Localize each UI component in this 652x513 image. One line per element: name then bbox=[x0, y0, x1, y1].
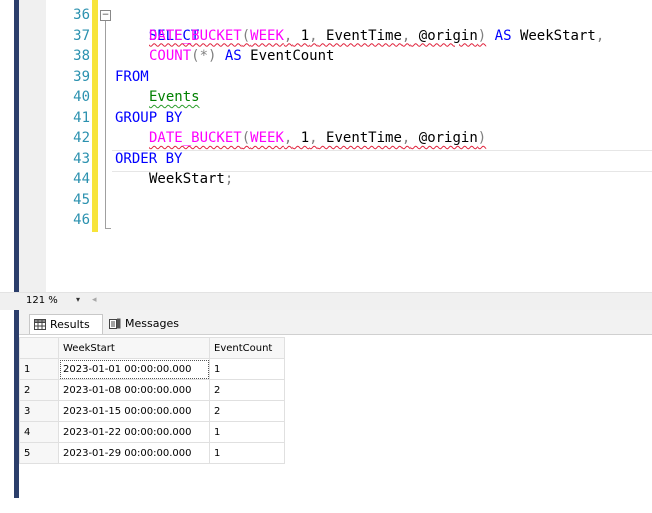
keyword-as: AS bbox=[216, 48, 242, 64]
row-number[interactable]: 1 bbox=[19, 358, 59, 380]
grid-header-row: WeekStart EventCount bbox=[19, 337, 285, 359]
results-pane: Results Messages WeekStart EventCount 1 … bbox=[19, 310, 652, 498]
window-bottom-margin bbox=[14, 498, 652, 513]
table-row: 2 2023-01-08 00:00:00.000 2 bbox=[19, 379, 285, 401]
table-row: 5 2023-01-29 00:00:00.000 1 bbox=[19, 442, 285, 464]
editor-status-bar: 121 % ▾ ◂ bbox=[0, 292, 652, 310]
tab-messages[interactable]: Messages bbox=[105, 314, 187, 334]
line-number: 44 bbox=[73, 171, 90, 187]
table-row: 1 2023-01-01 00:00:00.000 1 bbox=[19, 358, 285, 380]
star-args: (*) bbox=[191, 48, 217, 64]
column-weekstart: WeekStart bbox=[149, 171, 225, 187]
cell-eventcount[interactable]: 2 bbox=[209, 400, 285, 422]
alias-weekstart: WeekStart bbox=[511, 27, 596, 44]
tab-messages-label: Messages bbox=[125, 317, 179, 330]
number-literal: 1 bbox=[292, 130, 310, 146]
row-number[interactable]: 3 bbox=[19, 400, 59, 422]
comma: , bbox=[309, 130, 318, 146]
number-literal: 1 bbox=[292, 27, 310, 44]
cell-weekstart[interactable]: 2023-01-29 00:00:00.000 bbox=[58, 442, 210, 464]
row-number[interactable]: 4 bbox=[19, 421, 59, 443]
row-number[interactable]: 2 bbox=[19, 379, 59, 401]
cell-weekstart[interactable]: 2023-01-22 00:00:00.000 bbox=[58, 421, 210, 443]
line-number: 41 bbox=[73, 109, 90, 126]
line-number: 39 bbox=[73, 68, 90, 85]
cell-eventcount[interactable]: 1 bbox=[209, 358, 285, 380]
column-header-eventcount[interactable]: EventCount bbox=[209, 337, 285, 359]
line-number: 38 bbox=[73, 48, 90, 64]
scroll-left-icon[interactable]: ◂ bbox=[92, 295, 97, 305]
code-line-41[interactable]: GROUP BY bbox=[115, 108, 182, 129]
function-count: COUNT bbox=[149, 48, 192, 64]
cell-eventcount[interactable]: 1 bbox=[209, 442, 285, 464]
function-date-bucket: DATE_BUCKET bbox=[149, 130, 242, 146]
code-line-42[interactable]: DATE_BUCKET(WEEK, 1, EventTime, @origin) bbox=[149, 128, 486, 149]
tab-results-label: Results bbox=[50, 318, 90, 331]
line-number: 42 bbox=[73, 130, 90, 146]
column-eventtime: EventTime bbox=[317, 27, 402, 44]
datepart-week: WEEK bbox=[250, 130, 284, 146]
code-line-40[interactable]: Events bbox=[149, 87, 200, 108]
keyword-from: FROM bbox=[115, 68, 149, 85]
tab-results[interactable]: Results bbox=[29, 314, 103, 334]
change-tracking-bar bbox=[92, 0, 98, 232]
table-row: 3 2023-01-15 00:00:00.000 2 bbox=[19, 400, 285, 422]
code-line-38[interactable]: COUNT(*) AS EventCount bbox=[149, 46, 334, 67]
outline-guide-end bbox=[105, 228, 111, 229]
keyword-order-by: ORDER BY bbox=[115, 150, 183, 167]
cell-eventcount[interactable]: 2 bbox=[209, 379, 285, 401]
alias-eventcount: EventCount bbox=[241, 48, 335, 64]
paren: ( bbox=[241, 130, 251, 146]
table-row: 4 2023-01-22 00:00:00.000 1 bbox=[19, 421, 285, 443]
line-number: 43 bbox=[73, 150, 90, 167]
row-header-corner[interactable] bbox=[19, 337, 59, 359]
code-line-37[interactable]: DATE_BUCKET(WEEK, 1, EventTime, @origin)… bbox=[149, 26, 604, 47]
messages-icon bbox=[109, 318, 121, 329]
cell-eventcount[interactable]: 1 bbox=[209, 421, 285, 443]
cell-weekstart[interactable]: 2023-01-15 00:00:00.000 bbox=[58, 400, 210, 422]
comma: , bbox=[595, 27, 605, 44]
keyword-group-by: GROUP BY bbox=[115, 109, 183, 126]
function-date-bucket: DATE_BUCKET bbox=[149, 27, 242, 44]
datepart-week: WEEK bbox=[250, 27, 284, 44]
collapse-toggle-icon[interactable]: − bbox=[100, 10, 111, 21]
query-editor[interactable]: 36 37 38 39 40 41 42 43 44 45 46 − SELEC… bbox=[0, 0, 652, 498]
zoom-level[interactable]: 121 % bbox=[26, 295, 58, 306]
keyword-as: AS bbox=[486, 27, 512, 44]
semicolon: ; bbox=[224, 171, 234, 187]
results-tab-strip: Results Messages bbox=[19, 310, 652, 335]
variable-origin: @origin bbox=[410, 27, 478, 44]
outline-guide bbox=[105, 21, 106, 229]
line-number: 36 bbox=[73, 7, 90, 23]
zoom-dropdown-icon[interactable]: ▾ bbox=[76, 295, 80, 304]
column-header-weekstart[interactable]: WeekStart bbox=[58, 337, 210, 359]
line-number: 37 bbox=[73, 27, 90, 44]
code-line-44[interactable]: WeekStart; bbox=[149, 169, 233, 190]
editor-left-gutter bbox=[19, 0, 46, 292]
code-line-43[interactable]: ORDER BY bbox=[115, 149, 182, 170]
cell-weekstart[interactable]: 2023-01-08 00:00:00.000 bbox=[58, 379, 210, 401]
paren: ( bbox=[241, 27, 251, 44]
row-number[interactable]: 5 bbox=[19, 442, 59, 464]
cell-weekstart[interactable]: 2023-01-01 00:00:00.000 bbox=[58, 358, 210, 380]
paren: ) bbox=[477, 130, 487, 146]
line-number: 46 bbox=[73, 212, 90, 228]
comma: , bbox=[309, 27, 318, 44]
column-eventtime: EventTime bbox=[317, 130, 402, 146]
code-line-36[interactable]: SELECT bbox=[115, 5, 200, 44]
line-number: 45 bbox=[73, 191, 90, 208]
variable-origin: @origin bbox=[410, 130, 478, 146]
code-line-39[interactable]: FROM bbox=[115, 67, 149, 88]
line-number: 40 bbox=[73, 89, 90, 105]
grid-icon bbox=[34, 319, 46, 330]
paren: ) bbox=[477, 27, 487, 44]
table-events: Events bbox=[149, 89, 200, 105]
results-grid[interactable]: WeekStart EventCount 1 2023-01-01 00:00:… bbox=[19, 337, 285, 464]
